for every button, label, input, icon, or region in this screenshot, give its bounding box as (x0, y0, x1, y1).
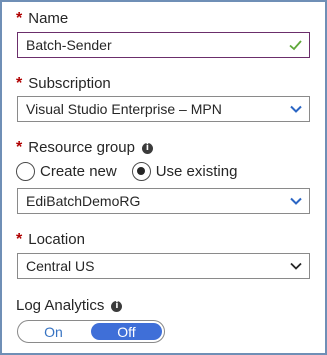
info-icon[interactable]: i (141, 142, 153, 154)
log-analytics-toggle[interactable]: On Off (17, 320, 165, 343)
required-asterisk: * (16, 139, 23, 156)
location-label-row: * Location (16, 231, 85, 249)
radio-use-existing[interactable]: Use existing (131, 162, 238, 181)
radio-create-new[interactable]: Create new (16, 162, 117, 181)
resource-group-value: EdiBatchDemoRG (26, 193, 141, 209)
subscription-label-row: * Subscription (16, 75, 111, 93)
name-label-row: * Name (16, 10, 68, 28)
check-icon (289, 40, 302, 51)
resource-group-radio-group: Create new Use existing (16, 162, 252, 181)
location-dropdown[interactable]: Central US (17, 253, 310, 279)
toggle-on-option[interactable]: On (18, 321, 89, 342)
chevron-down-icon[interactable] (290, 197, 302, 205)
resource-group-label: Resource group (28, 139, 135, 156)
name-input-value: Batch-Sender (26, 37, 112, 53)
create-form-panel: * Name Batch-Sender * Subscription Visua… (0, 0, 327, 355)
radio-button-checked[interactable] (131, 162, 151, 181)
name-label: Name (28, 10, 69, 27)
subscription-label: Subscription (28, 75, 111, 92)
radio-use-existing-label: Use existing (155, 163, 238, 180)
required-asterisk: * (16, 10, 23, 27)
chevron-down-icon[interactable] (290, 262, 302, 270)
required-asterisk: * (16, 75, 23, 92)
resource-group-label-row: * Resource group i (16, 139, 153, 157)
chevron-down-icon[interactable] (290, 105, 302, 113)
toggle-off-option[interactable]: Off (91, 323, 162, 340)
radio-button-unchecked[interactable] (16, 162, 35, 181)
location-label: Location (28, 231, 85, 248)
name-input[interactable]: Batch-Sender (17, 32, 310, 58)
info-icon[interactable]: i (111, 300, 123, 312)
resource-group-dropdown[interactable]: EdiBatchDemoRG (17, 188, 310, 214)
subscription-dropdown[interactable]: Visual Studio Enterprise – MPN (17, 96, 310, 122)
log-analytics-label: Log Analytics (16, 297, 105, 314)
log-analytics-label-row: Log Analytics i (16, 297, 123, 315)
location-value: Central US (26, 258, 95, 274)
radio-create-new-label: Create new (40, 163, 117, 180)
required-asterisk: * (16, 231, 23, 248)
subscription-value: Visual Studio Enterprise – MPN (26, 101, 222, 117)
